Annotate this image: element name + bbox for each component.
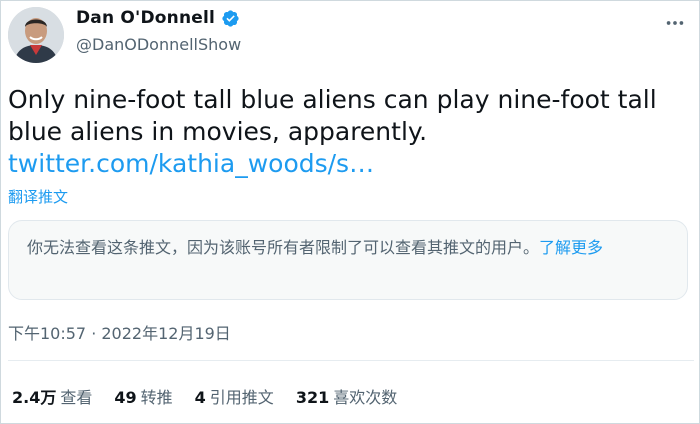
likes-label: 喜欢次数 [333,388,398,407]
avatar[interactable] [8,7,64,63]
likes-count: 321 [295,388,330,407]
tweet-stats: 2.4万 查看 49 转推 4 引用推文 321 喜欢次数 [12,384,397,408]
more-options-button[interactable] [662,10,688,36]
quote-tweets-stat[interactable]: 4 引用推文 [195,384,274,408]
views-label: 查看 [60,388,93,407]
likes-stat[interactable]: 321 喜欢次数 [296,384,397,408]
author-display-name[interactable]: Dan O'Donnell [76,8,215,28]
retweets-label: 转推 [140,388,173,407]
retweets-count: 49 [114,388,137,407]
tweet-text: Only nine-foot tall blue aliens can play… [8,84,688,180]
views-stat[interactable]: 2.4万 查看 [12,384,92,408]
learn-more-link[interactable]: 了解更多 [539,238,603,257]
divider [8,360,694,361]
tweet-link[interactable]: twitter.com/kathia_woods/s… [8,149,374,178]
views-count: 2.4万 [12,388,57,407]
more-horizontal-icon [666,21,684,25]
author-name-row: Dan O'Donnell [76,8,240,28]
quote-tweets-count: 4 [194,388,206,407]
retweets-stat[interactable]: 49 转推 [114,384,172,408]
tweet-timestamp[interactable]: 下午10:57 · 2022年12月19日 [8,320,231,344]
verified-badge-icon [221,9,240,28]
tweet-body: Only nine-foot tall blue aliens can play… [8,85,657,146]
avatar-image [8,7,64,63]
author-handle[interactable]: @DanODonnellShow [76,35,241,54]
quote-tweets-label: 引用推文 [209,388,274,407]
notice-text: 你无法查看这条推文，因为该账号所有者限制了可以查看其推文的用户。 [27,238,540,257]
translate-tweet-link[interactable]: 翻译推文 [8,186,68,207]
restricted-tweet-notice: 你无法查看这条推文，因为该账号所有者限制了可以查看其推文的用户。了解更多 [8,220,688,300]
